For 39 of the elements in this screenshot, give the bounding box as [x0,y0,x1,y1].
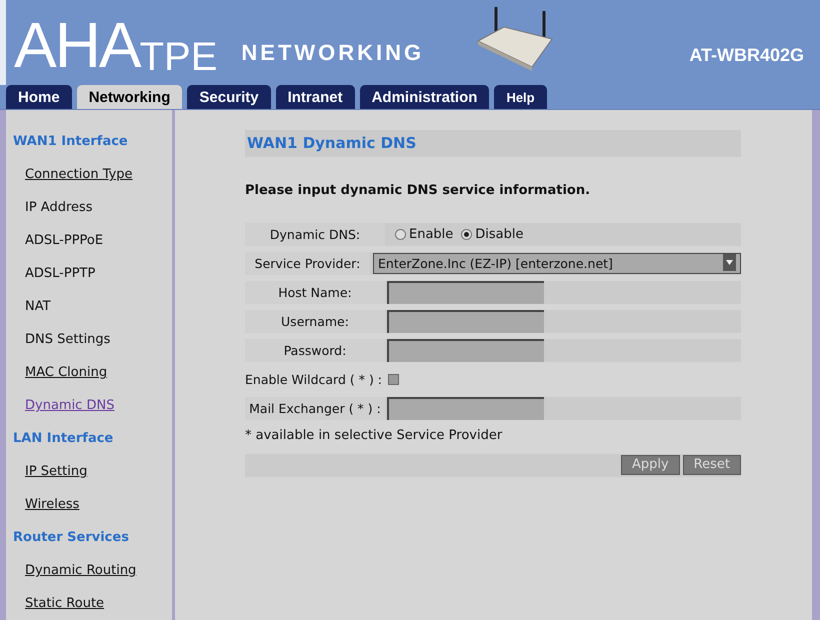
field-label: Username: [245,310,385,333]
sidebar-heading: Router Services [13,529,130,547]
sidebar-link[interactable]: NAT [25,297,172,330]
sidebar-link[interactable]: Static Route [25,594,172,620]
sidebar-link[interactable]: ADSL-PPPoE [25,231,172,264]
nav-tab[interactable]: Networking [76,85,182,109]
sidebar-link[interactable]: Connection Type [25,165,172,198]
tagline: NETWORKING [241,39,424,67]
field-label: Password: [245,339,385,362]
page-title: WAN1 Dynamic DNS [245,130,741,156]
nav-tab[interactable]: Intranet [276,85,355,109]
model-name: AT-WBR402G [689,44,804,67]
nav-tab[interactable]: Administration [360,85,490,109]
sidebar-link[interactable]: IP Address [25,198,172,231]
field-label: Host Name: [245,281,385,304]
radio-label: Disable [475,226,524,244]
logo-text: AHA [14,13,140,77]
sidebar-link[interactable]: ADSL-PPTP [25,264,172,297]
field-label: Mail Exchanger ( * ) : [245,397,385,420]
nav-tab[interactable]: Home [6,85,72,109]
sidebar-link[interactable]: IP Setting [25,462,172,495]
field-label: Dynamic DNS: [245,223,385,246]
logo-text: TPE [140,37,218,77]
sidebar-link[interactable]: MAC Cloning [25,363,172,396]
field-label: Enable Wildcard ( * ) : [245,371,382,389]
select-field[interactable]: EnterZone.Inc (EZ-IP) [enterzone.net] [373,253,741,274]
sidebar-heading: WAN1 Interface [13,133,129,151]
sidebar-link[interactable]: Dynamic Routing [25,561,172,594]
sidebar-heading: LAN Interface [13,430,114,448]
radio-label: Enable [409,226,454,244]
nav-tab[interactable]: Help [494,85,547,109]
select-value: EnterZone.Inc (EZ-IP) [enterzone.net] [378,255,613,273]
intro-text: Please input dynamic DNS service information. [245,182,592,200]
sidebar-link[interactable]: Wireless [25,495,172,528]
sidebar-link[interactable]: Dynamic DNS [25,396,172,429]
nav-tab[interactable]: Security [187,85,271,109]
field-label: Service Provider: [245,252,370,275]
footnote: * available in selective Service Provider [245,427,504,445]
sidebar-link[interactable]: DNS Settings [25,330,172,363]
